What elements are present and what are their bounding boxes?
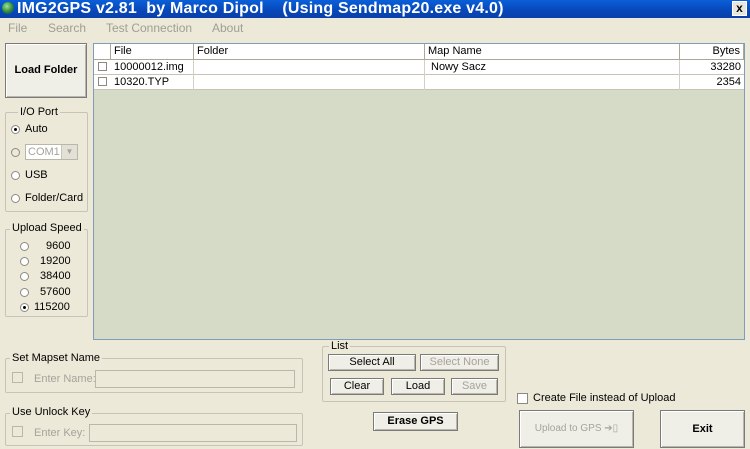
table-row[interactable]: 10320.TYP 2354 — [94, 75, 744, 90]
table-row[interactable]: 10000012.img Nowy Sacz 33280 — [94, 60, 744, 75]
clear-button[interactable]: Clear — [330, 378, 384, 395]
exit-button[interactable]: Exit — [660, 410, 745, 448]
column-header-bytes[interactable]: Bytes — [680, 44, 744, 60]
file-cell: 10000012.img — [111, 60, 194, 75]
io-usb-radio[interactable] — [11, 171, 20, 180]
menu-file[interactable]: File — [8, 21, 27, 35]
folder-cell — [194, 75, 425, 90]
io-usb-label: USB — [25, 169, 48, 181]
upload-to-gps-button[interactable]: Upload to GPS ➔▯ — [519, 410, 634, 448]
menu-about[interactable]: About — [212, 21, 243, 35]
header-checkbox-column — [94, 44, 111, 60]
speed-57600-radio[interactable] — [20, 288, 29, 297]
select-all-button[interactable]: Select All — [328, 354, 416, 371]
mapset-name-input[interactable] — [95, 370, 295, 388]
mapset-title: Set Mapset Name — [10, 352, 103, 364]
save-list-button[interactable]: Save — [451, 378, 498, 395]
close-button[interactable]: x — [732, 1, 747, 16]
create-file-checkbox[interactable] — [517, 393, 528, 404]
load-folder-button[interactable]: Load Folder — [5, 43, 87, 98]
unlock-enter-key-label: Enter Key: — [34, 427, 86, 439]
speed-19200-radio[interactable] — [20, 257, 29, 266]
arrow-to-device-icon: ➔▯ — [604, 423, 619, 434]
title-bar[interactable]: IMG2GPS v2.81 by Marco Dipol (Using Send… — [0, 0, 750, 18]
list-title: List — [329, 340, 351, 352]
upload-label: Upload to GPS — [534, 423, 602, 434]
bytes-cell: 33280 — [710, 61, 741, 73]
mapset-checkbox[interactable] — [12, 372, 23, 383]
row-checkbox[interactable] — [98, 77, 107, 86]
speed-38400-radio[interactable] — [20, 272, 29, 281]
file-cell: 10320.TYP — [111, 75, 194, 90]
com-port-select[interactable]: COM1 ▼ — [25, 144, 78, 160]
mapset-enter-name-label: Enter Name: — [34, 373, 96, 385]
menu-search[interactable]: Search — [48, 21, 86, 35]
app-globe-icon — [2, 2, 14, 14]
unlock-checkbox[interactable] — [12, 426, 23, 437]
speed-115200-label: 115200 — [34, 301, 70, 313]
unlock-title: Use Unlock Key — [10, 406, 93, 418]
column-header-file[interactable]: File — [111, 44, 194, 60]
map-name-cell: Nowy Sacz — [425, 60, 680, 75]
io-folder-card-label: Folder/Card — [25, 192, 84, 204]
upload-speed-title: Upload Speed — [10, 222, 84, 234]
column-header-map-name[interactable]: Map Name — [425, 44, 680, 60]
create-file-label: Create File instead of Upload — [533, 392, 676, 404]
column-header-folder[interactable]: Folder — [194, 44, 425, 60]
file-list[interactable]: File Folder Map Name Bytes 10000012.img … — [93, 43, 745, 340]
row-checkbox[interactable] — [98, 62, 107, 71]
speed-38400-label: 38400 — [40, 270, 71, 282]
speed-115200-radio[interactable] — [20, 303, 29, 312]
com-port-value: COM1 — [28, 146, 60, 158]
io-auto-label: Auto — [25, 123, 48, 135]
speed-9600-label: 9600 — [46, 240, 71, 252]
window-title: IMG2GPS v2.81 by Marco Dipol (Using Send… — [17, 0, 504, 17]
io-auto-radio[interactable] — [11, 125, 20, 134]
bytes-cell: 2354 — [716, 76, 741, 88]
unlock-key-input[interactable] — [89, 424, 297, 442]
io-port-title: I/O Port — [18, 106, 60, 118]
speed-19200-label: 19200 — [40, 255, 71, 267]
folder-cell — [194, 60, 425, 75]
io-folder-card-radio[interactable] — [11, 194, 20, 203]
map-name-cell — [425, 75, 680, 90]
chevron-down-icon[interactable]: ▼ — [61, 145, 77, 159]
speed-9600-radio[interactable] — [20, 242, 29, 251]
load-list-button[interactable]: Load — [391, 378, 445, 395]
erase-gps-button[interactable]: Erase GPS — [373, 412, 458, 431]
select-none-button[interactable]: Select None — [420, 354, 499, 371]
menu-test-connection[interactable]: Test Connection — [106, 21, 192, 35]
speed-57600-label: 57600 — [40, 286, 71, 298]
io-com-radio[interactable] — [11, 148, 20, 157]
menu-bar: File Search Test Connection About — [0, 19, 750, 36]
